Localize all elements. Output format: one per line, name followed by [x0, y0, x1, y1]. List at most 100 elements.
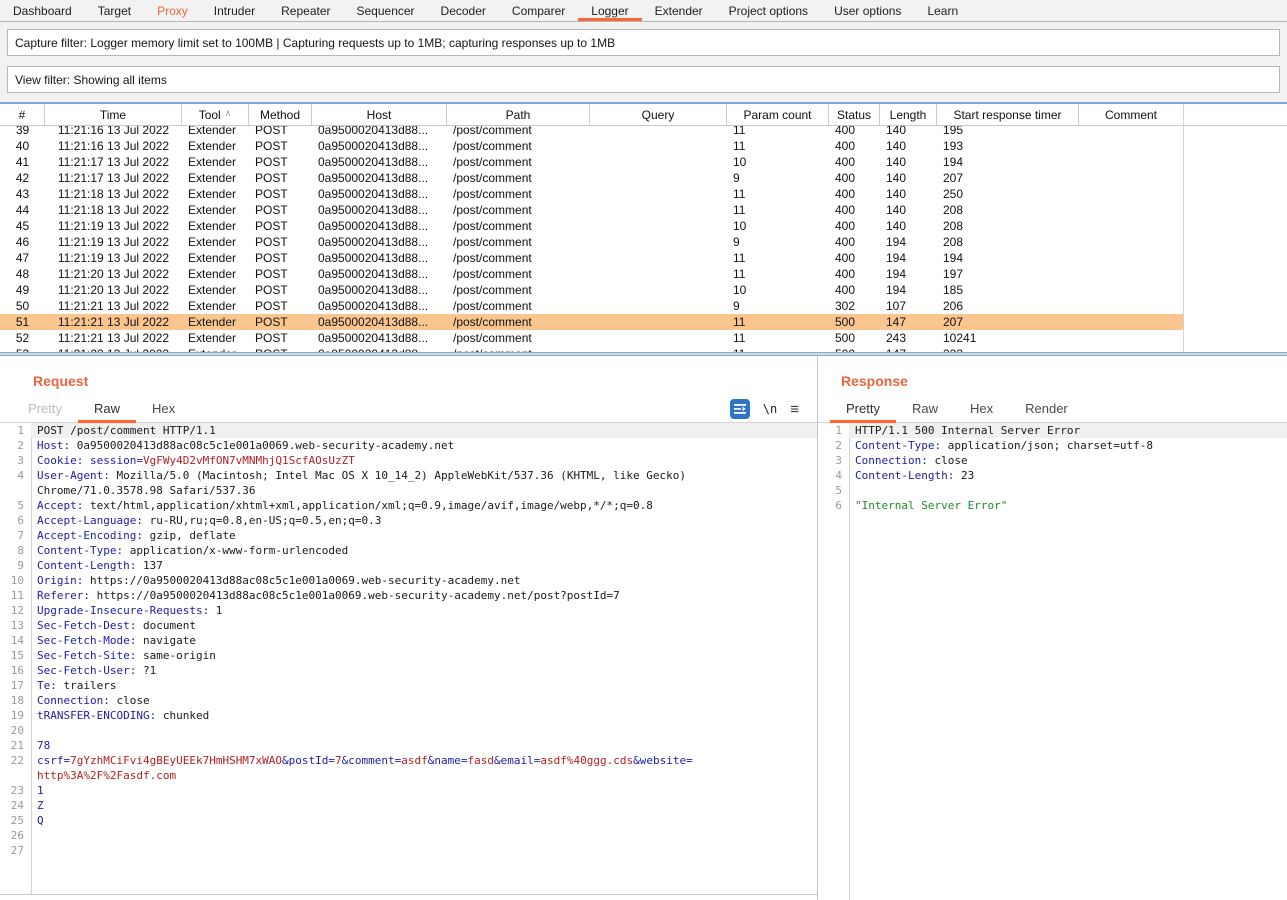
- message-editors: Request PrettyRawHex \n ≡ 1POST /post/co…: [0, 356, 1287, 900]
- cell-start-response-timer: 197: [937, 266, 1079, 282]
- response-tab-render[interactable]: Render: [1009, 396, 1084, 423]
- line-number: 2: [818, 438, 842, 453]
- cell-length: 140: [880, 186, 937, 202]
- line-number: 7: [0, 528, 24, 543]
- cell-start-response-timer: 195: [937, 126, 1079, 138]
- line-text: Te: trailers: [31, 678, 817, 693]
- menu-tab-learn[interactable]: Learn: [914, 0, 971, 21]
- menu-tab-extender[interactable]: Extender: [642, 0, 716, 21]
- newline-toggle-icon[interactable]: \n: [763, 402, 777, 416]
- menu-tab-user-options[interactable]: User options: [821, 0, 914, 21]
- table-row[interactable]: 5211:21:21 13 Jul 2022ExtenderPOST0a9500…: [0, 330, 1287, 346]
- table-row[interactable]: 4111:21:17 13 Jul 2022ExtenderPOST0a9500…: [0, 154, 1287, 170]
- table-row[interactable]: 4611:21:19 13 Jul 2022ExtenderPOST0a9500…: [0, 234, 1287, 250]
- column-header-length[interactable]: Length: [880, 104, 937, 125]
- cell-length: 147: [880, 346, 937, 352]
- response-editor-line: 1HTTP/1.1 500 Internal Server Error: [818, 423, 1287, 438]
- cell-method: POST: [249, 266, 312, 282]
- editor-menu-icon[interactable]: ≡: [790, 401, 799, 418]
- cell-time: 11:21:18 13 Jul 2022: [45, 186, 182, 202]
- table-row[interactable]: 4011:21:16 13 Jul 2022ExtenderPOST0a9500…: [0, 138, 1287, 154]
- column-header-host[interactable]: Host: [312, 104, 447, 125]
- line-number: 22: [0, 753, 24, 768]
- cell-method: POST: [249, 330, 312, 346]
- column-header-method[interactable]: Method: [249, 104, 312, 125]
- response-tab-pretty[interactable]: Pretty: [830, 396, 896, 423]
- cell-comment: [1079, 266, 1184, 282]
- cell-comment: [1079, 314, 1184, 330]
- cell-method: POST: [249, 282, 312, 298]
- line-text: Sec-Fetch-Site: same-origin: [31, 648, 817, 663]
- table-row[interactable]: 5011:21:21 13 Jul 2022ExtenderPOST0a9500…: [0, 298, 1287, 314]
- line-text: User-Agent: Mozilla/5.0 (Macintosh; Inte…: [31, 468, 817, 483]
- cell-status: 400: [829, 266, 880, 282]
- line-number: 23: [0, 783, 24, 798]
- table-row[interactable]: 3911:21:16 13 Jul 2022ExtenderPOST0a9500…: [0, 126, 1287, 138]
- column-header-path[interactable]: Path: [447, 104, 590, 125]
- menu-tab-proxy[interactable]: Proxy: [144, 0, 201, 21]
- line-text: Sec-Fetch-Mode: navigate: [31, 633, 817, 648]
- column-header-comment[interactable]: Comment: [1079, 104, 1184, 125]
- menu-tab-logger[interactable]: Logger: [578, 0, 641, 21]
- cell-tool: Extender: [182, 186, 249, 202]
- menu-tab-dashboard[interactable]: Dashboard: [0, 0, 85, 21]
- line-number: 24: [0, 798, 24, 813]
- cell-start-response-timer: 194: [937, 154, 1079, 170]
- view-filter-bar[interactable]: View filter: Showing all items: [7, 66, 1280, 93]
- cell-path: /post/comment: [447, 186, 590, 202]
- column-header-param-count[interactable]: Param count: [727, 104, 829, 125]
- cell-path: /post/comment: [447, 126, 590, 138]
- cell-start-response-timer: 185: [937, 282, 1079, 298]
- table-row[interactable]: 4311:21:18 13 Jul 2022ExtenderPOST0a9500…: [0, 186, 1287, 202]
- request-tab-raw[interactable]: Raw: [78, 396, 136, 423]
- line-number: 6: [818, 498, 842, 513]
- response-editor[interactable]: 1HTTP/1.1 500 Internal Server Error2Cont…: [818, 423, 1287, 900]
- capture-filter-bar[interactable]: Capture filter: Logger memory limit set …: [7, 29, 1280, 56]
- logger-table: #TimeTool∧MethodHostPathQueryParam count…: [0, 102, 1287, 352]
- response-tab-raw[interactable]: Raw: [896, 396, 954, 423]
- request-tab-hex[interactable]: Hex: [136, 396, 191, 423]
- cell-blank: 41: [0, 154, 45, 170]
- column-header-blank[interactable]: #: [0, 104, 45, 125]
- cell-query: [590, 186, 727, 202]
- table-row[interactable]: 4711:21:19 13 Jul 2022ExtenderPOST0a9500…: [0, 250, 1287, 266]
- line-number: 18: [0, 693, 24, 708]
- column-header-status[interactable]: Status: [829, 104, 880, 125]
- column-header-time[interactable]: Time: [45, 104, 182, 125]
- table-row[interactable]: 4911:21:20 13 Jul 2022ExtenderPOST0a9500…: [0, 282, 1287, 298]
- menu-tab-comparer[interactable]: Comparer: [499, 0, 578, 21]
- table-row[interactable]: 4211:21:17 13 Jul 2022ExtenderPOST0a9500…: [0, 170, 1287, 186]
- response-tab-hex[interactable]: Hex: [954, 396, 1009, 423]
- request-tab-pretty[interactable]: Pretty: [12, 396, 78, 423]
- table-row[interactable]: 4811:21:20 13 Jul 2022ExtenderPOST0a9500…: [0, 266, 1287, 282]
- line-text: 1: [31, 783, 817, 798]
- menu-tab-decoder[interactable]: Decoder: [428, 0, 499, 21]
- cell-start-response-timer: 208: [937, 234, 1079, 250]
- cell-host: 0a9500020413d88...: [312, 138, 447, 154]
- menu-tab-sequencer[interactable]: Sequencer: [344, 0, 428, 21]
- request-editor-icons: \n ≡: [730, 399, 799, 419]
- menu-tab-intruder[interactable]: Intruder: [201, 0, 268, 21]
- menu-tab-repeater[interactable]: Repeater: [268, 0, 343, 21]
- table-row[interactable]: 4411:21:18 13 Jul 2022ExtenderPOST0a9500…: [0, 202, 1287, 218]
- cell-time: 11:21:19 13 Jul 2022: [45, 234, 182, 250]
- table-row[interactable]: 5111:21:21 13 Jul 2022ExtenderPOST0a9500…: [0, 314, 1287, 330]
- cell-time: 11:21:19 13 Jul 2022: [45, 250, 182, 266]
- line-number: 1: [818, 423, 842, 438]
- column-header-start-response-timer[interactable]: Start response timer: [937, 104, 1079, 125]
- menu-tab-target[interactable]: Target: [85, 0, 144, 21]
- cell-length: 194: [880, 234, 937, 250]
- cell-query: [590, 346, 727, 352]
- column-header-query[interactable]: Query: [590, 104, 727, 125]
- request-tab-bar: PrettyRawHex: [0, 396, 817, 423]
- column-header-tool[interactable]: Tool∧: [182, 104, 249, 125]
- request-editor[interactable]: 1POST /post/comment HTTP/1.12Host: 0a950…: [0, 423, 817, 895]
- menu-tab-project-options[interactable]: Project options: [716, 0, 821, 21]
- line-number: 5: [818, 483, 842, 498]
- pretty-format-icon[interactable]: [730, 399, 750, 419]
- table-row[interactable]: 4511:21:19 13 Jul 2022ExtenderPOST0a9500…: [0, 218, 1287, 234]
- cell-comment: [1079, 298, 1184, 314]
- table-row[interactable]: 5311:21:22 13 Jul 2022ExtenderPOST0a9500…: [0, 346, 1287, 352]
- line-text: Chrome/71.0.3578.98 Safari/537.36: [31, 483, 817, 498]
- capture-filter-text: Capture filter: Logger memory limit set …: [15, 36, 615, 50]
